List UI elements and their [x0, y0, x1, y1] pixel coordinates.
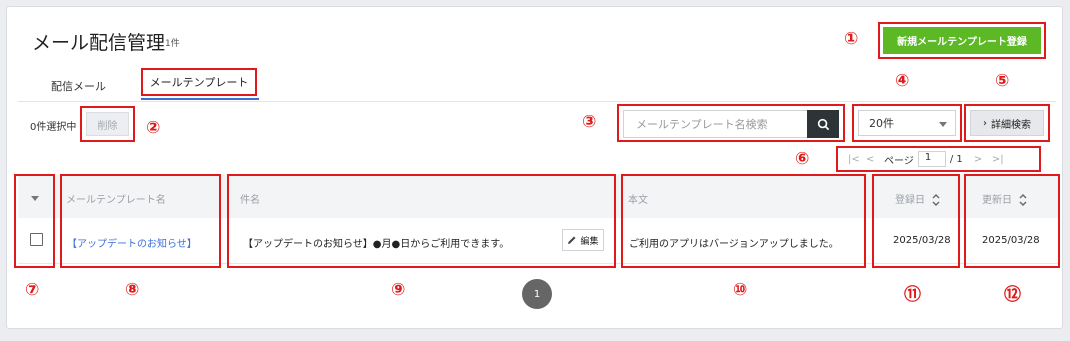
annotation-2: ②	[146, 118, 161, 138]
search-button[interactable]	[807, 110, 839, 138]
row-subject: 【アップデートのお知らせ】●月●日からご利用できます。	[243, 239, 510, 250]
annotation-1: ①	[844, 29, 859, 49]
page-number-input[interactable]: 1	[917, 151, 946, 167]
annotation-box-11	[872, 174, 960, 268]
annotation-3: ③	[582, 112, 597, 132]
annotation-box-4: 20件	[852, 104, 962, 142]
header-registered-date[interactable]: 登録日	[895, 191, 940, 206]
select-all-dropdown-icon[interactable]	[31, 196, 39, 201]
edit-label: 編集	[580, 236, 599, 247]
row-body: ご利用のアプリはバージョンアップしました。	[629, 239, 839, 250]
annotation-6: ⑥	[795, 149, 810, 169]
row-checkbox[interactable]	[30, 233, 43, 246]
annotation-box-3: メールテンプレート名検索	[617, 104, 845, 142]
active-tab-underline	[141, 98, 259, 100]
selected-count: 0件選択中	[30, 122, 77, 133]
sort-icon	[1019, 194, 1027, 206]
header-updated-label: 更新日	[982, 195, 1012, 206]
annotation-7: ⑦	[25, 280, 40, 300]
advanced-search-button[interactable]: › 詳細検索	[970, 110, 1044, 136]
last-page-icon[interactable]: >|	[992, 154, 1004, 165]
annotation-box-12	[964, 174, 1060, 268]
per-page-select[interactable]: 20件	[858, 110, 956, 136]
new-template-button[interactable]: 新規メールテンプレート登録	[883, 27, 1041, 54]
tab-divider	[18, 101, 1056, 102]
header-body: 本文	[628, 195, 648, 206]
search-icon	[817, 118, 829, 130]
annotation-8: ⑧	[125, 280, 140, 300]
per-page-value: 20件	[869, 117, 894, 130]
page-label: ページ	[884, 155, 914, 167]
chevron-down-icon	[939, 122, 947, 127]
annotation-box-1: 新規メールテンプレート登録	[878, 22, 1046, 59]
search-input[interactable]: メールテンプレート名検索	[623, 110, 807, 138]
first-page-icon[interactable]: |<	[848, 154, 866, 165]
chevron-right-icon: ›	[983, 117, 987, 129]
advanced-search-label: 詳細検索	[991, 119, 1031, 131]
annotation-12: ⑫	[1004, 285, 1021, 305]
page-total: / 1	[949, 153, 963, 165]
template-name-link[interactable]: 【アップデートのお知らせ】	[67, 235, 197, 250]
header-template-name: メールテンプレート名	[66, 195, 166, 206]
annotation-11: ⑪	[904, 285, 921, 305]
tab-delivery-mail[interactable]: 配信メール	[51, 78, 106, 94]
header-subject: 件名	[240, 195, 260, 206]
pencil-icon	[568, 236, 576, 244]
tab-mail-template[interactable]: メールテンプレート	[141, 68, 257, 96]
record-count: 1件	[165, 39, 180, 49]
prev-page-icon[interactable]: <	[866, 154, 884, 165]
page-button-1[interactable]: 1	[522, 279, 552, 309]
header-updated-date[interactable]: 更新日	[982, 191, 1027, 206]
annotation-10: ⑩	[733, 280, 748, 300]
delete-button[interactable]: 削除	[86, 112, 129, 136]
next-page-icon[interactable]: >	[974, 154, 992, 165]
pagination: |< < ページ 1 / 1 > >|	[836, 146, 1041, 172]
header-registered-label: 登録日	[895, 195, 925, 206]
annotation-box-8	[60, 174, 221, 268]
row-updated-date: 2025/03/28	[982, 235, 1040, 246]
annotation-box-10	[621, 174, 866, 268]
sort-icon	[932, 194, 940, 206]
annotation-5: ⑤	[995, 71, 1010, 91]
annotation-box-2: 削除	[80, 106, 135, 142]
page-title: メール配信管理	[32, 32, 166, 54]
row-registered-date: 2025/03/28	[893, 235, 951, 246]
annotation-9: ⑨	[391, 280, 406, 300]
annotation-4: ④	[895, 71, 910, 91]
annotation-box-5: › 詳細検索	[964, 104, 1050, 142]
annotation-box-7	[14, 174, 55, 268]
edit-button[interactable]: 編集	[562, 229, 604, 251]
annotation-box-9	[227, 174, 616, 268]
